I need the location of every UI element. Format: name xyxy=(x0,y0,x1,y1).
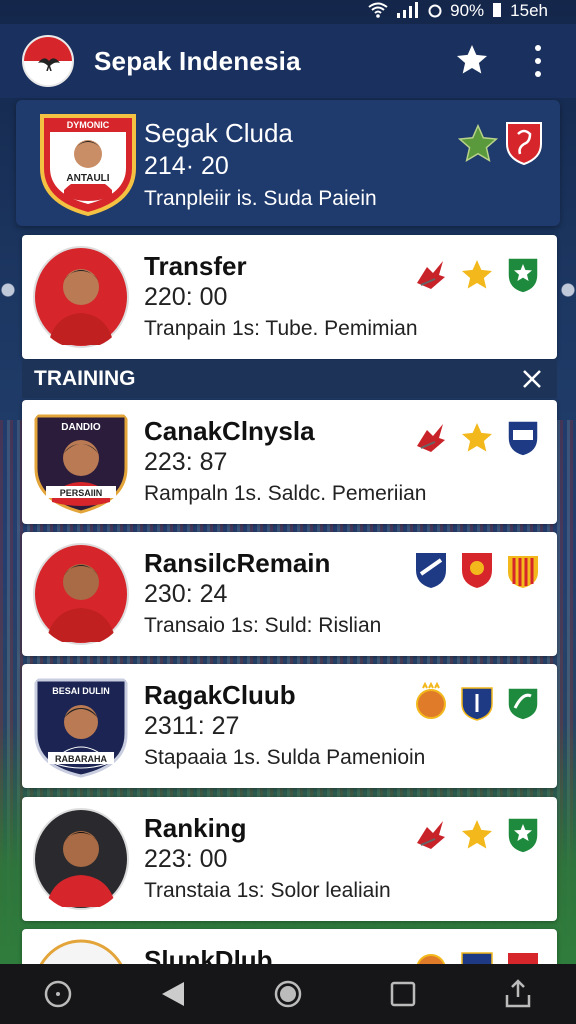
more-vert-icon[interactable] xyxy=(526,42,550,80)
crest-bottom-text: RABARAHA xyxy=(55,754,107,764)
crest-bottom-text: PERSAIIN xyxy=(60,488,103,498)
battery-icon xyxy=(492,1,502,22)
club-crest-icon xyxy=(507,420,539,457)
club-crest-icon xyxy=(416,682,446,719)
section-title: TRAINING xyxy=(34,367,136,390)
shield-icon xyxy=(507,687,539,721)
crest-top-text: BESAI DULIN xyxy=(52,686,110,696)
club-description: Transtaia 1s: Solor lealiain xyxy=(144,879,391,902)
list-item[interactable]: Ranking 223: 00 Transtaia 1s: Solor leal… xyxy=(22,797,557,921)
club-name: Transfer xyxy=(144,251,247,281)
club-score: 220: 00 xyxy=(144,283,228,311)
player-avatar xyxy=(33,543,129,645)
list-item[interactable]: Transfer 220: 00 Tranpain 1s: Tube. Pemi… xyxy=(22,235,557,359)
clock-time: 15eh xyxy=(510,1,548,20)
club-name: RansilcRemain xyxy=(144,548,331,578)
wifi-icon xyxy=(368,2,388,21)
signal-icon xyxy=(396,1,420,21)
club-name: CanakClnysla xyxy=(144,416,315,446)
star-icon[interactable] xyxy=(456,122,500,166)
club-crest-icon xyxy=(416,553,446,588)
home-icon[interactable] xyxy=(38,974,78,1014)
battery-level: 90% xyxy=(450,1,485,20)
status-bar: 90% 15eh xyxy=(0,0,576,22)
club-crest-icon: DYMONIC ANTAULI xyxy=(40,114,136,216)
section-header-training: TRAINING xyxy=(22,360,557,398)
star-icon xyxy=(462,423,492,452)
shield-star-icon xyxy=(507,817,539,854)
club-score: 223: 00 xyxy=(144,845,228,873)
club-description: Tranpain 1s: Tube. Pemimian xyxy=(144,317,418,340)
player-avatar xyxy=(33,808,129,910)
share-icon[interactable] xyxy=(498,974,538,1014)
club-crest-icon xyxy=(461,687,493,721)
club-score: 230: 24 xyxy=(144,580,228,608)
list-item[interactable]: RansilcRemain 230: 24 Transaio 1s: Suld:… xyxy=(22,532,557,656)
star-icon xyxy=(462,260,492,289)
square-icon[interactable] xyxy=(383,974,423,1014)
club-score: 223: 87 xyxy=(144,448,228,476)
indonesia-flag-logo[interactable] xyxy=(22,35,74,87)
system-nav-bar xyxy=(0,964,576,1024)
crest-top-text: DANDIO xyxy=(61,422,101,433)
star-icon xyxy=(462,820,492,849)
club-description: Stapaaia 1s. Sulda Pamenioin xyxy=(144,746,426,769)
club-description: Rampaln 1s. Saldc. Pemeriian xyxy=(144,482,427,505)
featured-club-card[interactable]: DYMONIC ANTAULI Segak Cluda 214· 20 Tran… xyxy=(16,100,560,226)
club-crest-icon xyxy=(508,556,538,588)
recent-icon[interactable] xyxy=(268,974,308,1014)
eagle-icon xyxy=(417,261,445,289)
club-score: 2311: 27 xyxy=(144,712,240,740)
club-name: Ranking xyxy=(144,813,247,843)
list-item[interactable]: DANDIO PERSAIIN CanakClnysla 223: 87 Ram… xyxy=(22,400,557,524)
club-crest-icon xyxy=(462,553,492,588)
star-icon[interactable] xyxy=(454,42,490,78)
eagle-icon xyxy=(417,821,445,849)
shield-star-icon xyxy=(507,257,539,294)
club-crest-icon: BESAI DULIN RABARAHA xyxy=(34,678,128,778)
app-title: Sepak Indenesia xyxy=(94,45,301,76)
player-avatar xyxy=(33,246,129,348)
club-crest-icon: DANDIO PERSAIIN xyxy=(34,414,128,514)
close-icon[interactable] xyxy=(521,368,543,390)
list-item[interactable]: BESAI DULIN RABARAHA RagakCluub 2311: 27… xyxy=(22,664,557,788)
crest-top-text: DYMONIC xyxy=(67,120,110,130)
crest-bottom-text: ANTAULI xyxy=(66,173,109,184)
club-description: Transaio 1s: Suld: Rislian xyxy=(144,614,382,637)
club-score: 214· 20 xyxy=(144,152,229,180)
club-name: RagakCluub xyxy=(144,680,296,710)
club-name: Segak Cluda xyxy=(144,118,293,148)
alarm-icon xyxy=(428,2,442,21)
shield-icon[interactable] xyxy=(504,120,544,166)
app-bar: Sepak Indenesia xyxy=(0,24,576,98)
club-description: Tranpleiir is. Suda Paiein xyxy=(144,187,377,210)
back-icon[interactable] xyxy=(153,974,193,1014)
eagle-icon xyxy=(417,424,445,452)
